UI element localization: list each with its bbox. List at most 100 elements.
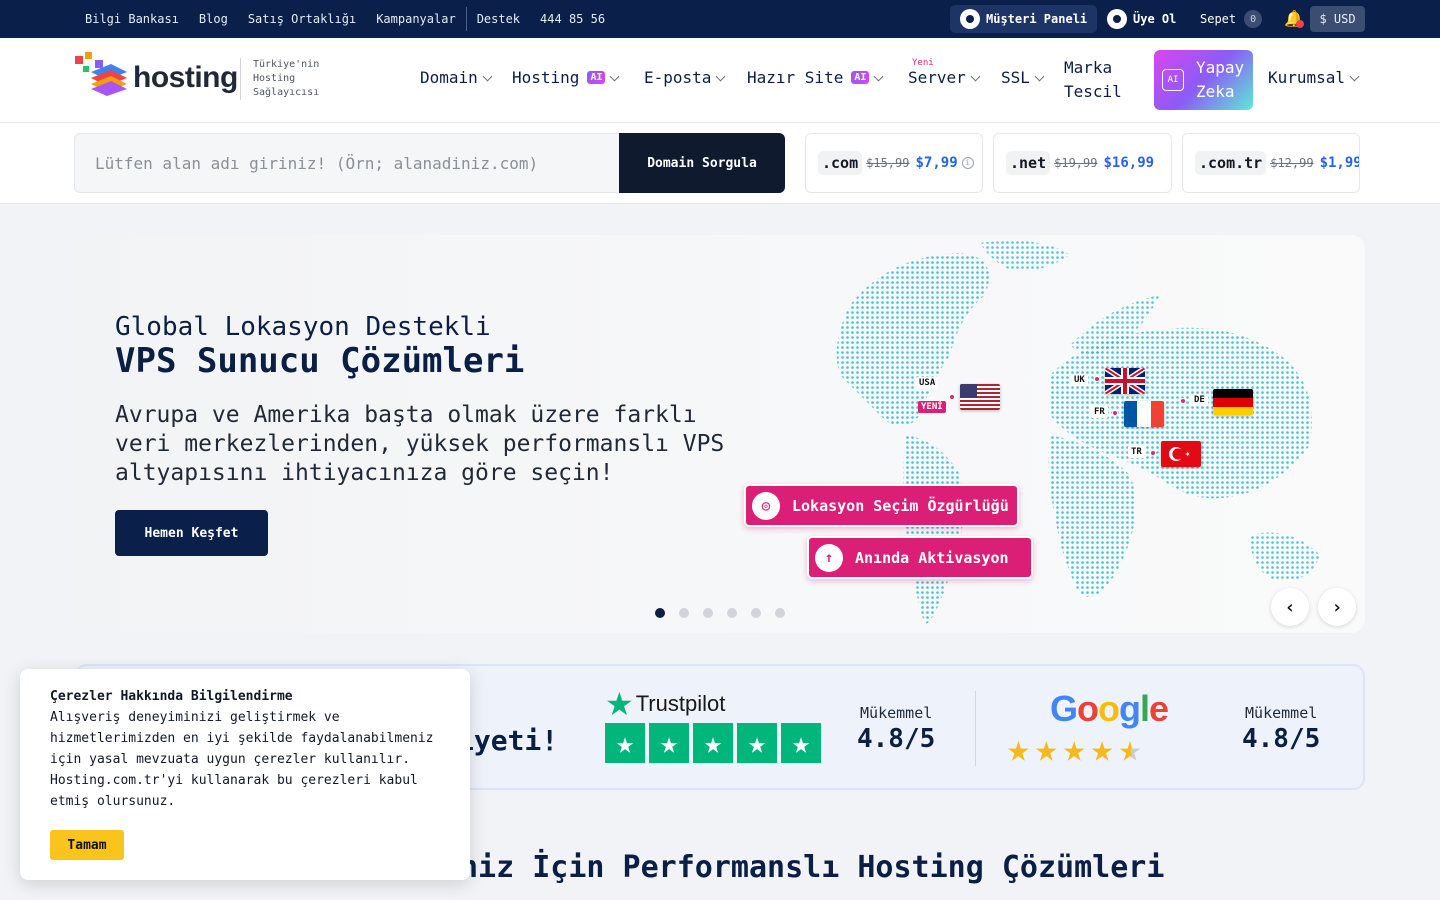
hero-description: Avrupa ve Amerika başta olmak üzere fark… <box>115 402 725 486</box>
new-badge: YENİ <box>918 401 946 413</box>
chevron-down-icon <box>715 71 726 81</box>
link-bilgi-bankasi[interactable]: Bilgi Bankası <box>85 12 179 26</box>
location-label-de: DE <box>1191 394 1208 406</box>
nav-server[interactable]: Yeni Server <box>908 58 981 87</box>
feature-badge-location: ◎ Lokasyon Seçim Özgürlüğü <box>744 484 1019 527</box>
link-destek[interactable]: Destek <box>477 12 520 26</box>
slider-dot[interactable] <box>655 608 665 618</box>
section-heading: niz İçin Performanslı Hosting Çözümleri <box>460 850 1165 885</box>
star-icon: ★ <box>1062 726 1086 770</box>
domain-search-row: Domain Sorgula .com $15,99 $7,99 i .net … <box>0 123 1440 204</box>
bell-icon[interactable]: 🔔 <box>1284 9 1304 29</box>
cart-button[interactable]: Sepet 0 <box>1200 5 1263 33</box>
logo-text: hosting <box>133 61 238 94</box>
domain-search-button[interactable]: Domain Sorgula <box>619 133 785 193</box>
ai-badge: AI <box>587 71 606 84</box>
tld-new-price: $16,99 <box>1103 155 1155 171</box>
link-satis-ortakligi[interactable]: Satış Ortaklığı <box>248 12 356 26</box>
google-stars: ★ ★ ★ ★ ★ <box>1007 728 1146 768</box>
cookie-body: Alışveriş deneyiminizi geliştirmek ve hi… <box>50 710 434 809</box>
slider-dot[interactable] <box>751 608 761 618</box>
nav-kurumsal[interactable]: Kurumsal <box>1268 68 1360 87</box>
france-flag-icon <box>1124 401 1164 427</box>
cookie-accept-button[interactable]: Tamam <box>50 830 124 860</box>
usa-flag-icon <box>960 384 1000 410</box>
uk-flag-icon <box>1105 368 1145 394</box>
tld-new-price: $7,99 <box>915 155 958 171</box>
star-icon: ★ <box>737 723 777 763</box>
tld-extension: .net <box>1006 151 1051 175</box>
chevron-down-icon <box>482 71 493 81</box>
trustpilot-stars: ★ ★ ★ ★ ★ <box>605 723 825 763</box>
signup-button[interactable]: Üye Ol <box>1107 5 1176 33</box>
chevron-left-icon[interactable]: ‹ <box>1271 588 1309 626</box>
nav-email[interactable]: E-posta <box>644 68 726 87</box>
cookie-title: Çerezler Hakkında Bilgilendirme <box>50 689 293 704</box>
germany-flag-icon <box>1213 389 1253 415</box>
tagline: Türkiye'nin Hosting Sağlayıcısı <box>240 58 340 100</box>
location-label-tr: TR <box>1128 446 1145 458</box>
rocket-icon: ↑ <box>815 543 843 572</box>
tld-card-com[interactable]: .com $15,99 $7,99 i <box>805 133 983 193</box>
star-icon: ★ <box>1090 726 1114 770</box>
ai-button[interactable]: AI Yapay Zeka <box>1154 50 1253 110</box>
ai-badge: AI <box>851 71 870 84</box>
tld-old-price: $12,99 <box>1270 156 1314 170</box>
location-pin <box>1180 398 1186 404</box>
chevron-down-icon <box>610 71 620 81</box>
nav-domain[interactable]: Domain <box>420 68 493 87</box>
tld-card-net[interactable]: .net $19,99 $16,99 <box>993 133 1172 193</box>
slider-dot[interactable] <box>703 608 713 618</box>
location-label-fr: FR <box>1091 406 1108 418</box>
chevron-down-icon <box>873 71 884 81</box>
hero-eyebrow: Global Lokasyon Destekli <box>115 312 491 342</box>
main-header: hosting Türkiye'nin Hosting Sağlayıcısı … <box>0 38 1440 123</box>
top-links: Bilgi Bankası Blog Satış Ortaklığı Kampa… <box>85 0 625 38</box>
logo-icon <box>75 52 131 100</box>
location-pin <box>1112 410 1118 416</box>
chevron-down-icon <box>1349 71 1360 81</box>
logo[interactable]: hosting <box>75 52 238 100</box>
info-icon[interactable]: i <box>961 157 974 169</box>
ai-icon: AI <box>1162 69 1184 91</box>
half-star-icon: ★ <box>1118 726 1142 770</box>
user-icon <box>960 9 980 29</box>
tld-card-comtr[interactable]: .com.tr $12,99 $1,99 <box>1182 133 1360 193</box>
star-icon: ★ <box>649 723 689 763</box>
phone-number[interactable]: 444 85 56 <box>540 12 605 26</box>
location-pin <box>1094 376 1100 382</box>
slider-dot[interactable] <box>679 608 689 618</box>
chevron-right-icon[interactable]: › <box>1318 588 1356 626</box>
google-score: Mükemmel 4.8/5 <box>1242 704 1321 754</box>
currency-selector[interactable]: $ USD <box>1310 6 1365 32</box>
turkey-flag-icon <box>1161 441 1201 467</box>
link-kampanyalar[interactable]: Kampanyalar <box>376 12 455 26</box>
customer-panel-label: Müşteri Paneli <box>986 12 1088 26</box>
slider-dot[interactable] <box>775 608 785 618</box>
feature-badge-activation: ↑ Anında Aktivasyon <box>807 536 1033 579</box>
tld-extension: .com.tr <box>1195 151 1267 175</box>
link-blog[interactable]: Blog <box>199 12 228 26</box>
chevron-down-icon <box>1034 71 1045 81</box>
nav-hosting[interactable]: Hosting AI <box>512 68 620 87</box>
hero-title: VPS Sunucu Çözümleri <box>115 341 525 381</box>
divider <box>465 7 467 31</box>
hero-slider: Global Lokasyon Destekli VPS Sunucu Çözü… <box>75 235 1365 633</box>
customer-panel-button[interactable]: Müşteri Paneli <box>950 5 1097 33</box>
new-badge: Yeni <box>912 58 934 68</box>
domain-search-input[interactable] <box>74 133 620 193</box>
nav-ssl[interactable]: SSL <box>1001 68 1045 87</box>
chevron-down-icon <box>970 71 981 81</box>
trustpilot-rating[interactable]: ★ Trustpilot ★ ★ ★ ★ ★ <box>605 688 825 763</box>
nav-hazir-site[interactable]: Hazır Site AI <box>747 68 884 87</box>
slider-dot[interactable] <box>727 608 737 618</box>
star-icon: ★ <box>693 723 733 763</box>
cart-label: Sepet <box>1200 12 1237 26</box>
explore-button[interactable]: Hemen Keşfet <box>115 510 268 556</box>
top-bar: Bilgi Bankası Blog Satış Ortaklığı Kampa… <box>0 0 1440 38</box>
signup-label: Üye Ol <box>1133 12 1177 26</box>
location-pin <box>1150 450 1156 456</box>
reviews-headline: iyeti! <box>457 724 559 757</box>
globe-icon: ◎ <box>752 491 780 520</box>
nav-marka-tescil[interactable]: Marka Tescil <box>1064 56 1134 104</box>
